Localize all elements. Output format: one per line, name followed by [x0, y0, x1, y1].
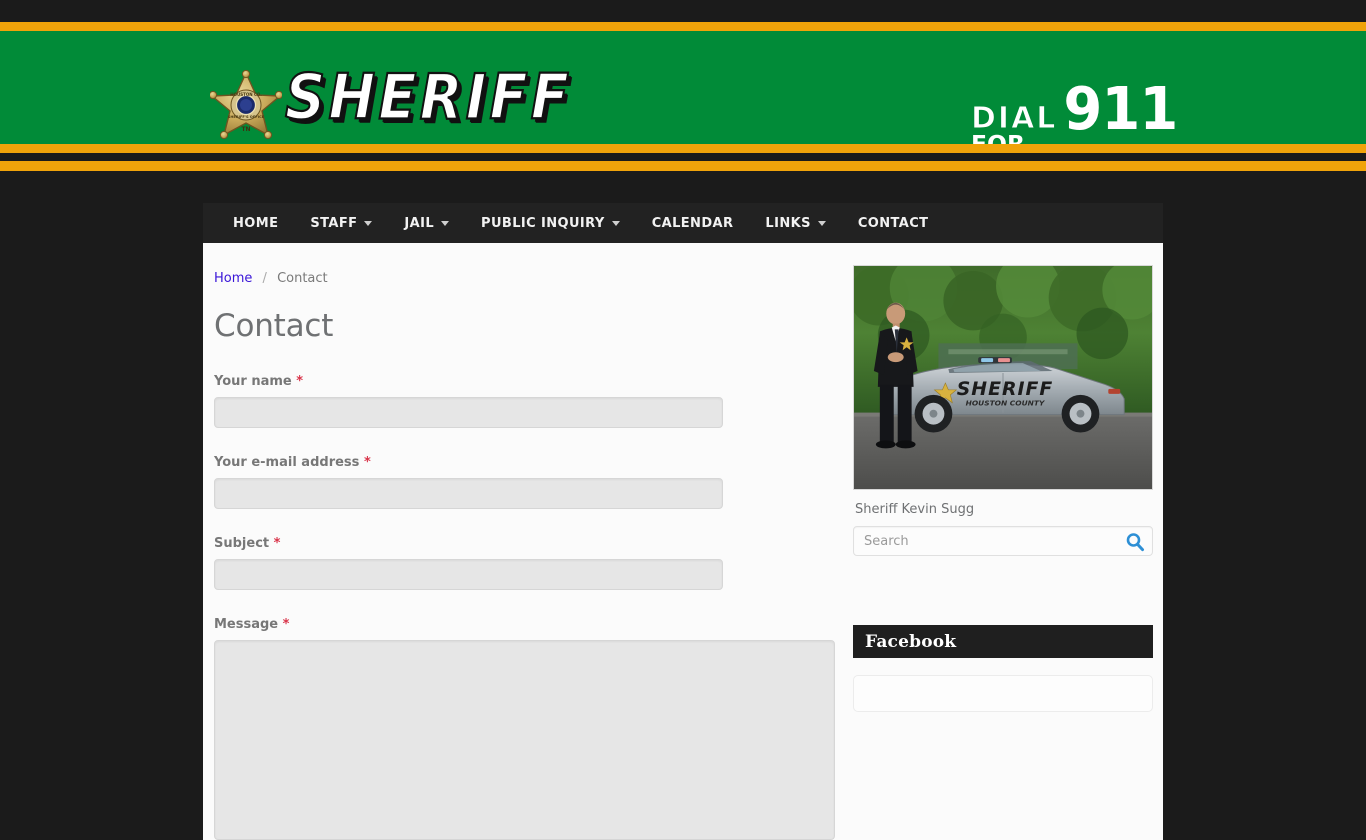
top-orange-stripe — [0, 22, 1366, 31]
search-icon — [1126, 533, 1144, 552]
subject-input[interactable] — [214, 559, 723, 590]
nav-item-home[interactable]: HOME — [217, 203, 294, 243]
sheriff-star-badge-icon: HOUSTON CO. SHERIFF'S OFFICE TN — [210, 69, 282, 144]
facebook-header-text: Facebook — [865, 631, 957, 652]
chevron-down-icon — [611, 220, 620, 226]
dial-911-graphic: DIAL 911 FOR EMERGENCIES — [970, 75, 1181, 144]
main-navigation: HOME STAFF JAIL PUBLIC INQUIRY CALENDAR … — [203, 203, 1163, 243]
svg-text:TN: TN — [241, 126, 250, 133]
your-name-input[interactable] — [214, 397, 723, 428]
facebook-section-header: Facebook — [853, 625, 1153, 658]
wordmark-main-text: SHERIFF — [284, 61, 572, 135]
nav-label: JAIL — [404, 215, 435, 231]
nav-item-calendar[interactable]: CALENDAR — [636, 203, 750, 243]
main-column: Home / Contact Contact Your name * Your … — [203, 243, 853, 840]
search-input[interactable] — [854, 527, 1152, 555]
required-marker: * — [282, 617, 290, 632]
sheriff-wordmark: SHERIFF HOUSTON COUNTY — [284, 61, 585, 144]
subject-label: Subject * — [214, 536, 853, 551]
dial-label: DIAL — [970, 101, 1058, 137]
label-text: Your e-mail address — [214, 455, 360, 470]
search-box — [853, 526, 1153, 556]
chevron-down-icon — [817, 220, 826, 226]
page-shell: HOME STAFF JAIL PUBLIC INQUIRY CALENDAR … — [203, 203, 1163, 840]
svg-text:SHERIFF'S OFFICE: SHERIFF'S OFFICE — [228, 115, 265, 119]
label-text: Your name — [214, 374, 292, 389]
label-text: Subject — [214, 536, 270, 551]
your-name-label: Your name * — [214, 374, 853, 389]
chevron-down-icon — [441, 220, 450, 226]
photo-caption: Sheriff Kevin Sugg — [855, 502, 975, 517]
emergency-subtext: FOR EMERGENCIES — [971, 132, 1185, 144]
svg-text:HOUSTON COUNTY: HOUSTON COUNTY — [966, 399, 1046, 408]
banner-bottom-orange-stripe-1 — [0, 144, 1366, 153]
nav-item-jail[interactable]: JAIL — [388, 203, 465, 243]
nav-item-contact[interactable]: CONTACT — [842, 203, 945, 243]
search-button[interactable] — [1124, 531, 1146, 553]
nav-label: PUBLIC INQUIRY — [481, 215, 605, 231]
breadcrumb-current: Contact — [277, 271, 328, 286]
svg-text:HOUSTON CO.: HOUSTON CO. — [230, 92, 262, 97]
site-banner: HOUSTON CO. SHERIFF'S OFFICE TN SHERIFF … — [0, 31, 1366, 144]
breadcrumb: Home / Contact — [214, 271, 853, 286]
your-email-label: Your e-mail address * — [214, 455, 853, 470]
content-area: Home / Contact Contact Your name * Your … — [203, 243, 1163, 840]
nav-item-public-inquiry[interactable]: PUBLIC INQUIRY — [465, 203, 636, 243]
breadcrumb-home-link[interactable]: Home — [214, 271, 252, 286]
required-marker: * — [273, 536, 281, 551]
nav-label: HOME — [233, 215, 279, 231]
chevron-down-icon — [364, 220, 373, 226]
nav-label: STAFF — [310, 215, 358, 231]
top-dark-stripe — [0, 0, 1366, 22]
sidebar: SHERIFF HOUSTON COUNTY Sheriff Kevin Sug… — [853, 243, 1163, 840]
required-marker: * — [296, 374, 304, 389]
facebook-widget-placeholder[interactable] — [853, 675, 1153, 712]
page-title: Contact — [214, 308, 334, 344]
message-textarea[interactable] — [214, 640, 835, 840]
message-label: Message * — [214, 617, 853, 632]
emergency-number: 911 — [1063, 75, 1178, 144]
your-email-input[interactable] — [214, 478, 723, 509]
nav-item-staff[interactable]: STAFF — [294, 203, 388, 243]
nav-label: CALENDAR — [651, 215, 734, 231]
breadcrumb-separator: / — [262, 271, 267, 286]
nav-item-links[interactable]: LINKS — [749, 203, 841, 243]
nav-label: CONTACT — [857, 215, 929, 231]
svg-text:SHERIFF: SHERIFF — [957, 379, 1054, 400]
banner-bottom-orange-stripe-2 — [0, 161, 1366, 171]
nav-label: LINKS — [765, 215, 811, 231]
label-text: Message — [214, 617, 279, 632]
below-banner-dark-area — [0, 171, 1366, 203]
banner-bottom-dark-stripe — [0, 153, 1366, 161]
contact-form: Your name * Your e-mail address * Subjec… — [214, 374, 853, 840]
sheriff-photo: SHERIFF HOUSTON COUNTY — [853, 265, 1153, 490]
required-marker: * — [363, 455, 371, 470]
